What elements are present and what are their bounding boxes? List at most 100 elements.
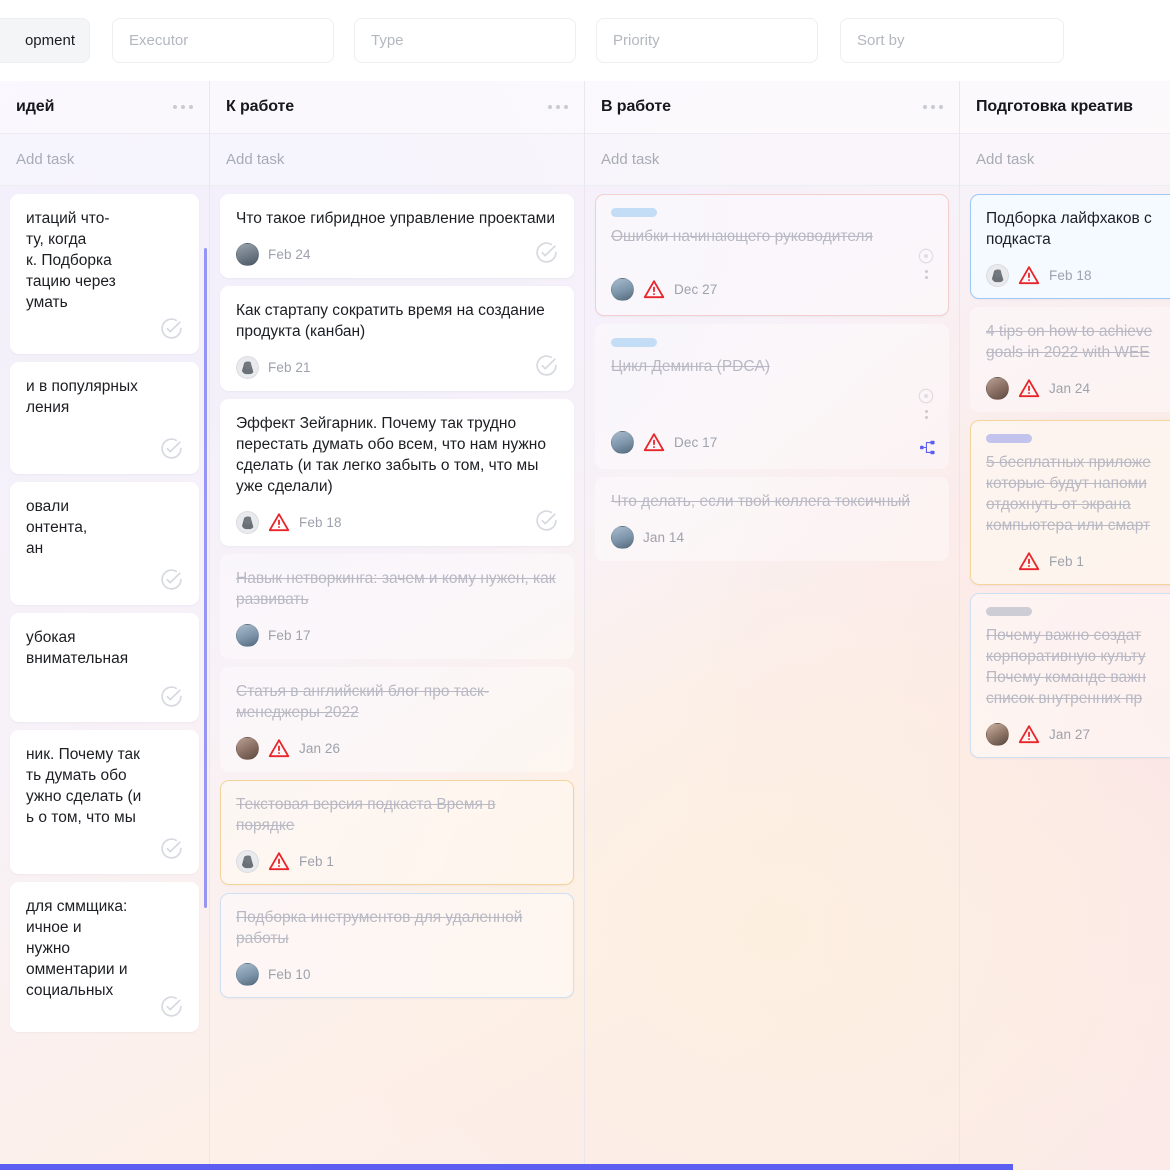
warning-icon	[643, 433, 665, 452]
column-title: К работе	[226, 98, 295, 115]
card-right-icons	[917, 387, 935, 419]
board-columns: идей Add task итаций что- ту, когда к. П…	[0, 81, 1170, 1170]
task-card[interactable]: итаций что- ту, когда к. Подборка тацию …	[10, 194, 199, 354]
due-date: Feb 1	[1049, 553, 1085, 569]
complete-task-icon[interactable]	[159, 316, 184, 341]
due-date: Feb 1	[299, 853, 335, 869]
card-menu-icon[interactable]	[924, 270, 928, 279]
task-card[interactable]: для сммщика: ичное и нужно омментарии и …	[10, 882, 199, 1032]
task-card[interactable]: Ошибки начинающего руководителя Dec 27	[595, 194, 949, 316]
due-date: Feb 21	[268, 359, 311, 375]
task-card[interactable]: Навык нетворкинга: зачем и кому нужен, к…	[220, 554, 574, 659]
task-meta: Feb 21	[236, 355, 558, 379]
task-title: овали онтента, ан	[26, 498, 88, 557]
task-meta: Jan 27	[986, 722, 1170, 746]
column-header: К работе	[210, 81, 584, 134]
add-task-button[interactable]: Add task	[585, 134, 959, 186]
avatar	[611, 277, 634, 301]
task-card[interactable]: и в популярных ления	[10, 362, 199, 474]
task-title: Ошибки начинающего руководителя	[611, 228, 873, 245]
horizontal-scrollbar-thumb[interactable]	[0, 1164, 1013, 1170]
subtask-icon[interactable]	[919, 439, 936, 456]
priority-filter[interactable]: Priority	[596, 18, 818, 63]
project-filter-chip[interactable]: opment	[0, 18, 90, 63]
column-card-list: Ошибки начинающего руководителя Dec 27 Ц…	[585, 186, 959, 1170]
column-card-list: итаций что- ту, когда к. Подборка тацию …	[0, 186, 209, 1170]
task-title: Навык нетворкинга: зачем и кому нужен, к…	[236, 570, 556, 608]
add-task-button[interactable]: Add task	[960, 134, 1170, 186]
task-card[interactable]: убокая внимательная	[10, 613, 199, 722]
task-title: 4 tips on how to achieve goals in 2022 w…	[986, 323, 1153, 361]
column-header: идей	[0, 81, 209, 134]
column-menu-icon[interactable]	[173, 105, 193, 109]
task-title: Текстовая версия подкаста Время в порядк…	[236, 796, 496, 834]
complete-task-icon[interactable]	[159, 567, 184, 592]
task-meta: Jan 26	[236, 736, 558, 760]
task-title: Эффект Зейгарник. Почему так трудно пере…	[236, 415, 546, 495]
task-card[interactable]: Подборка инструментов для удаленной рабо…	[220, 893, 574, 998]
board-column-ideas: идей Add task итаций что- ту, когда к. П…	[0, 81, 210, 1170]
avatar	[236, 510, 259, 534]
sort-by-filter[interactable]: Sort by	[840, 18, 1064, 63]
complete-task-icon[interactable]	[534, 508, 559, 533]
complete-task-icon[interactable]	[534, 240, 559, 265]
column-menu-icon[interactable]	[923, 105, 943, 109]
timer-icon[interactable]	[917, 387, 935, 405]
executor-filter[interactable]: Executor	[112, 18, 334, 63]
warning-icon	[268, 513, 290, 532]
task-card[interactable]: Что такое гибридное управление проектами…	[220, 194, 574, 278]
task-card[interactable]: ник. Почему так ть думать обо ужно сдела…	[10, 730, 199, 874]
type-filter[interactable]: Type	[354, 18, 576, 63]
warning-icon	[1018, 379, 1040, 398]
card-menu-icon[interactable]	[924, 410, 928, 419]
column-title: Подготовка креатив	[976, 98, 1133, 115]
task-meta: Feb 24	[236, 242, 558, 266]
complete-task-icon[interactable]	[159, 994, 184, 1019]
task-card[interactable]: Статья в английский блог про таск-менедж…	[220, 667, 574, 772]
warning-icon	[643, 280, 665, 299]
avatar	[236, 623, 259, 647]
due-date: Dec 17	[674, 434, 718, 450]
task-card[interactable]: Подборка лайфхаков с подкаста Feb 18	[970, 194, 1170, 299]
due-date: Dec 27	[674, 281, 718, 297]
column-title: В работе	[601, 98, 671, 115]
task-card[interactable]: овали онтента, ан	[10, 482, 199, 605]
avatar	[236, 736, 259, 760]
task-tag	[611, 208, 657, 217]
due-date: Jan 26	[299, 740, 341, 756]
column-header: Подготовка креатив	[960, 81, 1170, 134]
due-date: Feb 24	[268, 246, 311, 262]
column-menu-icon[interactable]	[548, 105, 568, 109]
task-title: ник. Почему так ть думать обо ужно сдела…	[26, 746, 142, 826]
task-title: Почему важно создат корпоративную культу…	[986, 627, 1146, 707]
filter-bar: opment Executor Type Priority Sort by	[0, 0, 1170, 81]
add-task-button[interactable]: Add task	[0, 134, 209, 186]
column-card-list: Подборка лайфхаков с подкаста Feb 18 4 t…	[960, 186, 1170, 1170]
task-card[interactable]: Как стартапу сократить время на создание…	[220, 286, 574, 391]
due-date: Feb 18	[299, 514, 342, 530]
task-title: Что делать, если твой коллега токсичный	[611, 493, 911, 510]
column-vertical-scrollbar[interactable]	[204, 248, 207, 908]
complete-task-icon[interactable]	[534, 353, 559, 378]
board-column-in-progress: В работе Add task Ошибки начинающего рук…	[585, 81, 960, 1170]
card-right-icons	[917, 247, 935, 279]
task-card[interactable]: 4 tips on how to achieve goals in 2022 w…	[970, 307, 1170, 412]
task-card[interactable]: Что делать, если твой коллега токсичный …	[595, 477, 949, 561]
task-title: Что такое гибридное управление проектами	[236, 210, 555, 227]
task-card[interactable]: Почему важно создат корпоративную культу…	[970, 593, 1170, 758]
task-meta: Dec 17	[611, 430, 933, 454]
avatar	[236, 355, 259, 379]
complete-task-icon[interactable]	[159, 436, 184, 461]
task-card[interactable]: Текстовая версия подкаста Время в порядк…	[220, 780, 574, 885]
task-title: 5 бесплатных приложе которые будут напом…	[986, 454, 1151, 534]
add-task-button[interactable]: Add task	[210, 134, 584, 186]
task-card[interactable]: Цикл Деминга (PDCA) Dec 17	[595, 324, 949, 469]
timer-icon[interactable]	[917, 247, 935, 265]
task-card[interactable]: 5 бесплатных приложе которые будут напом…	[970, 420, 1170, 585]
task-card[interactable]: Эффект Зейгарник. Почему так трудно пере…	[220, 399, 574, 546]
due-date: Feb 17	[268, 627, 311, 643]
complete-task-icon[interactable]	[159, 684, 184, 709]
complete-task-icon[interactable]	[159, 836, 184, 861]
column-header: В работе	[585, 81, 959, 134]
task-meta: Feb 18	[986, 263, 1170, 287]
